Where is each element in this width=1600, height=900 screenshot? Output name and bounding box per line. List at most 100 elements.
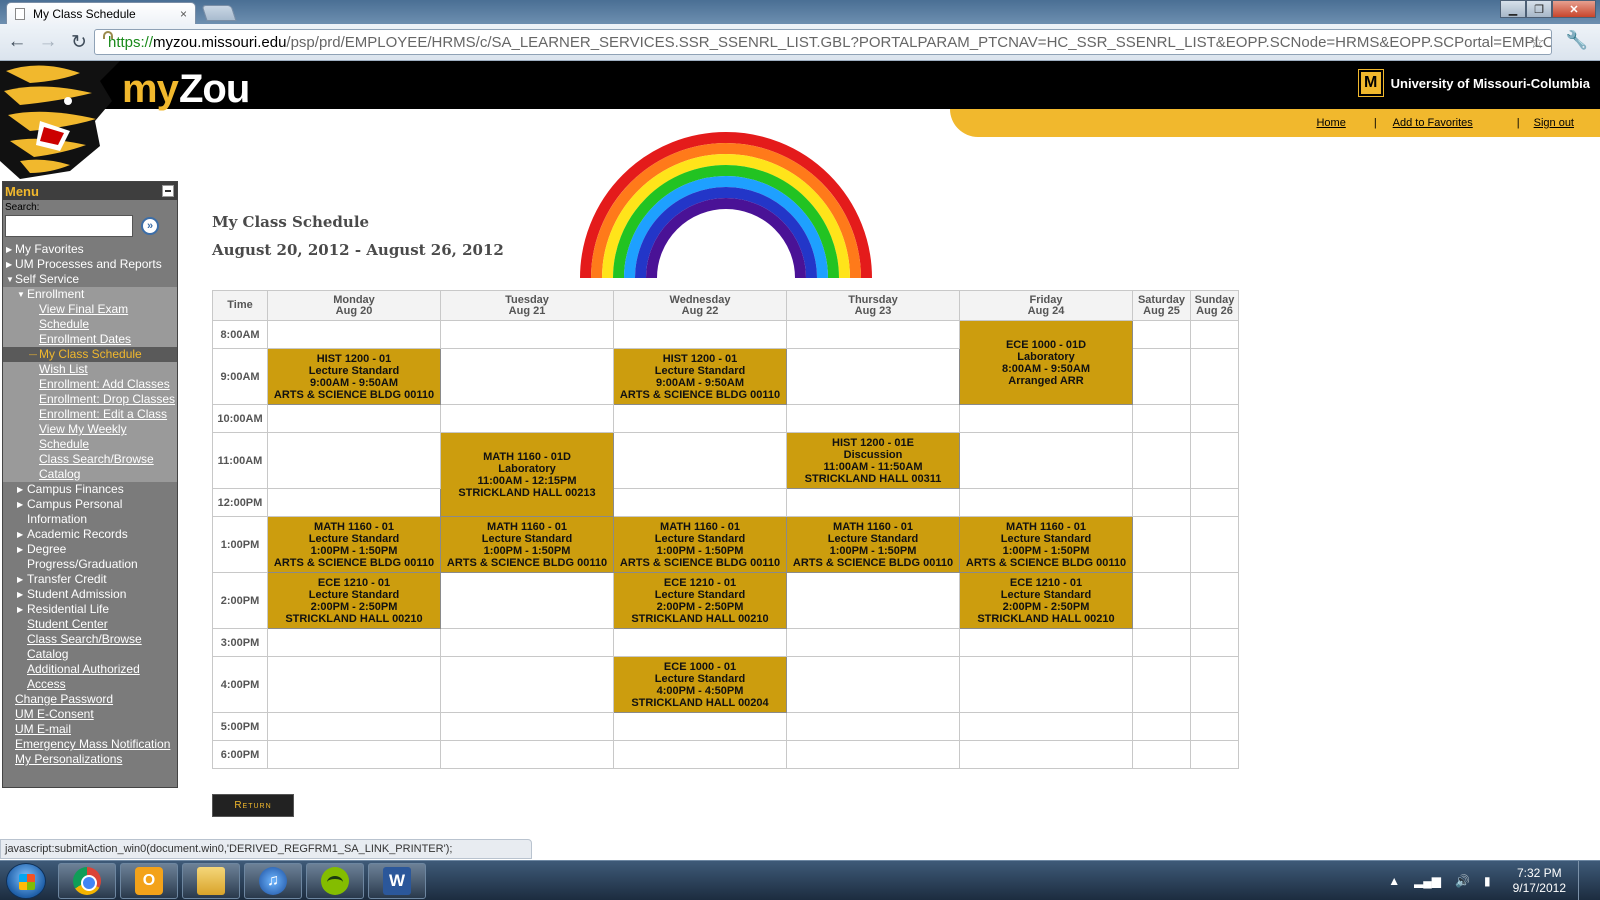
- collapsed-arrow-icon[interactable]: ▶: [6, 242, 12, 257]
- expanded-arrow-icon[interactable]: ▼: [6, 272, 14, 287]
- sidebar-item[interactable]: ▶ Student Admission: [3, 587, 177, 602]
- clock[interactable]: 7:32 PM 9/17/2012: [1513, 866, 1566, 896]
- sidebar-item[interactable]: Class Search/Browse Catalog: [3, 452, 177, 482]
- volume-icon[interactable]: 🔊: [1455, 874, 1470, 888]
- reload-icon[interactable]: ↻: [65, 28, 93, 56]
- class-meeting-block[interactable]: ECE 1210 - 01 Lecture Standard 2:00PM - 2:…: [959, 572, 1133, 629]
- sidebar-item[interactable]: Enrollment: Edit a Class: [3, 407, 177, 422]
- sidebar-item[interactable]: ▼ Self Service: [3, 272, 177, 287]
- address-bar[interactable]: https:// myzou.missouri.edu /psp/prd/EMP…: [94, 29, 1552, 55]
- empty-time-slot: [1190, 432, 1239, 489]
- return-button[interactable]: Return: [212, 794, 294, 817]
- sidebar-item[interactable]: ▼ Enrollment: [3, 287, 177, 302]
- show-desktop-button[interactable]: [1578, 861, 1590, 900]
- tray-expand-icon[interactable]: ▲: [1388, 874, 1400, 888]
- sidebar-item[interactable]: View Final Exam Schedule: [3, 302, 177, 332]
- sidebar-item[interactable]: ▶ Campus Personal Information: [3, 497, 177, 527]
- sign-out-link[interactable]: Sign out: [1534, 117, 1574, 131]
- taskbar-app-button[interactable]: W: [368, 863, 426, 899]
- class-meeting-block[interactable]: ECE 1000 - 01D Laboratory 8:00AM - 9:50AM A…: [959, 320, 1133, 405]
- sidebar-item[interactable]: ▶ Academic Records: [3, 527, 177, 542]
- link-separator: |: [1516, 117, 1520, 129]
- sidebar-item[interactable]: UM E-mail: [3, 722, 177, 737]
- taskbar-app-button[interactable]: ♫: [244, 863, 302, 899]
- minimize-icon[interactable]: ▁: [1500, 0, 1526, 18]
- taskbar-app-button[interactable]: [182, 863, 240, 899]
- class-meeting-block[interactable]: MATH 1160 - 01 Lecture Standard 1:00PM - 1…: [959, 516, 1133, 573]
- collapsed-arrow-icon[interactable]: ▶: [17, 527, 23, 542]
- sidebar-item[interactable]: ▶ Campus Finances: [3, 482, 177, 497]
- sidebar-item[interactable]: Emergency Mass Notification: [3, 737, 177, 752]
- start-button[interactable]: [6, 863, 46, 899]
- day-name: Tuesday: [505, 293, 549, 306]
- collapsed-arrow-icon[interactable]: ▶: [17, 587, 23, 602]
- class-meeting-block[interactable]: ECE 1210 - 01 Lecture Standard 2:00PM - 2:…: [267, 572, 441, 629]
- class-meeting-block[interactable]: HIST 1200 - 01 Lecture Standard 9:00AM - 9…: [613, 348, 787, 405]
- sidebar-item[interactable]: ▶ Degree Progress/Graduation: [3, 542, 177, 572]
- collapse-icon[interactable]: [162, 185, 174, 197]
- class-meeting-block[interactable]: MATH 1160 - 01D Laboratory 11:00AM - 12:15…: [440, 432, 614, 517]
- wrench-icon[interactable]: 🔧: [1566, 30, 1588, 51]
- sidebar-item[interactable]: View My Weekly Schedule: [3, 422, 177, 452]
- sidebar-item[interactable]: My Personalizations: [3, 752, 177, 767]
- class-meeting-block[interactable]: ECE 1210 - 01 Lecture Standard 2:00PM - 2:…: [613, 572, 787, 629]
- close-window-icon[interactable]: ✕: [1552, 0, 1596, 18]
- sidebar-item[interactable]: Change Password: [3, 692, 177, 707]
- day-column-header: Wednesday Aug 22: [613, 290, 787, 321]
- sidebar-item[interactable]: Enrollment: Drop Classes: [3, 392, 177, 407]
- browser-tab[interactable]: My Class Schedule ×: [6, 2, 196, 25]
- day-name: Wednesday: [669, 293, 731, 306]
- sidebar-item[interactable]: ▶ Transfer Credit: [3, 572, 177, 587]
- collapsed-arrow-icon[interactable]: ▶: [17, 497, 23, 512]
- class-time: 2:00PM - 2:50PM: [656, 600, 744, 613]
- home-link[interactable]: Home: [1316, 117, 1345, 131]
- class-meeting-block[interactable]: MATH 1160 - 01 Lecture Standard 1:00PM - 1…: [267, 516, 441, 573]
- myzou-logo[interactable]: my Zou: [0, 61, 270, 179]
- sidebar-item[interactable]: Enrollment Dates: [3, 332, 177, 347]
- tab-close-icon[interactable]: ×: [180, 7, 187, 21]
- sidebar-item-label: UM E-Consent: [15, 707, 94, 721]
- spotify-icon: [321, 867, 349, 895]
- sidebar-item-label: My Favorites: [15, 242, 84, 256]
- search-go-icon[interactable]: »: [141, 217, 159, 235]
- sidebar-item[interactable]: Class Search/Browse Catalog: [3, 632, 177, 662]
- collapsed-arrow-icon[interactable]: ▶: [17, 542, 23, 557]
- class-meeting-block[interactable]: HIST 1200 - 01 Lecture Standard 9:00AM - 9…: [267, 348, 441, 405]
- back-icon[interactable]: ←: [3, 28, 31, 56]
- sidebar-item[interactable]: Student Center: [3, 617, 177, 632]
- sidebar-item[interactable]: Wish List: [3, 362, 177, 377]
- class-meeting-block[interactable]: MATH 1160 - 01 Lecture Standard 1:00PM - 1…: [613, 516, 787, 573]
- sidebar-item[interactable]: — My Class Schedule: [3, 347, 177, 362]
- new-tab-button[interactable]: [201, 5, 237, 21]
- forward-icon[interactable]: →: [34, 28, 62, 56]
- class-meeting-block[interactable]: MATH 1160 - 01 Lecture Standard 1:00PM - 1…: [786, 516, 960, 573]
- taskbar-app-button[interactable]: [306, 863, 364, 899]
- collapsed-arrow-icon[interactable]: ▶: [17, 602, 23, 617]
- sidebar-item-label: Wish List: [39, 362, 88, 376]
- taskbar-app-button[interactable]: O: [120, 863, 178, 899]
- sidebar-item[interactable]: ▶ Residential Life: [3, 602, 177, 617]
- menu-search-input[interactable]: [5, 215, 133, 237]
- sidebar-item[interactable]: Additional Authorized Access: [3, 662, 177, 692]
- network-icon[interactable]: ▂▄▆: [1414, 874, 1441, 888]
- class-meeting-block[interactable]: HIST 1200 - 01E Discussion 11:00AM - 11:50…: [786, 432, 960, 489]
- sidebar-item[interactable]: ▶ My Favorites: [3, 242, 177, 257]
- sidebar-item[interactable]: UM E-Consent: [3, 707, 177, 722]
- sidebar-item[interactable]: Enrollment: Add Classes: [3, 377, 177, 392]
- expanded-arrow-icon[interactable]: ▼: [17, 287, 25, 302]
- class-time: 1:00PM - 1:50PM: [483, 544, 571, 557]
- add-to-favorites-link[interactable]: Add to Favorites: [1393, 117, 1473, 131]
- bookmark-star-icon[interactable]: ☆: [1529, 32, 1545, 53]
- collapsed-arrow-icon[interactable]: ▶: [17, 482, 23, 497]
- collapsed-arrow-icon[interactable]: ▶: [6, 257, 12, 272]
- taskbar-app-button[interactable]: [58, 863, 116, 899]
- empty-time-slot: [1190, 488, 1239, 517]
- maximize-icon[interactable]: ❐: [1526, 0, 1552, 18]
- collapsed-arrow-icon[interactable]: ▶: [17, 572, 23, 587]
- battery-icon[interactable]: ▮: [1484, 874, 1491, 888]
- class-meeting-block[interactable]: MATH 1160 - 01 Lecture Standard 1:00PM - 1…: [440, 516, 614, 573]
- class-course: MATH 1160 - 01: [487, 520, 567, 533]
- sidebar-item[interactable]: ▶ UM Processes and Reports: [3, 257, 177, 272]
- empty-time-slot: [786, 348, 960, 405]
- class-meeting-block[interactable]: ECE 1000 - 01 Lecture Standard 4:00PM - 4:…: [613, 656, 787, 713]
